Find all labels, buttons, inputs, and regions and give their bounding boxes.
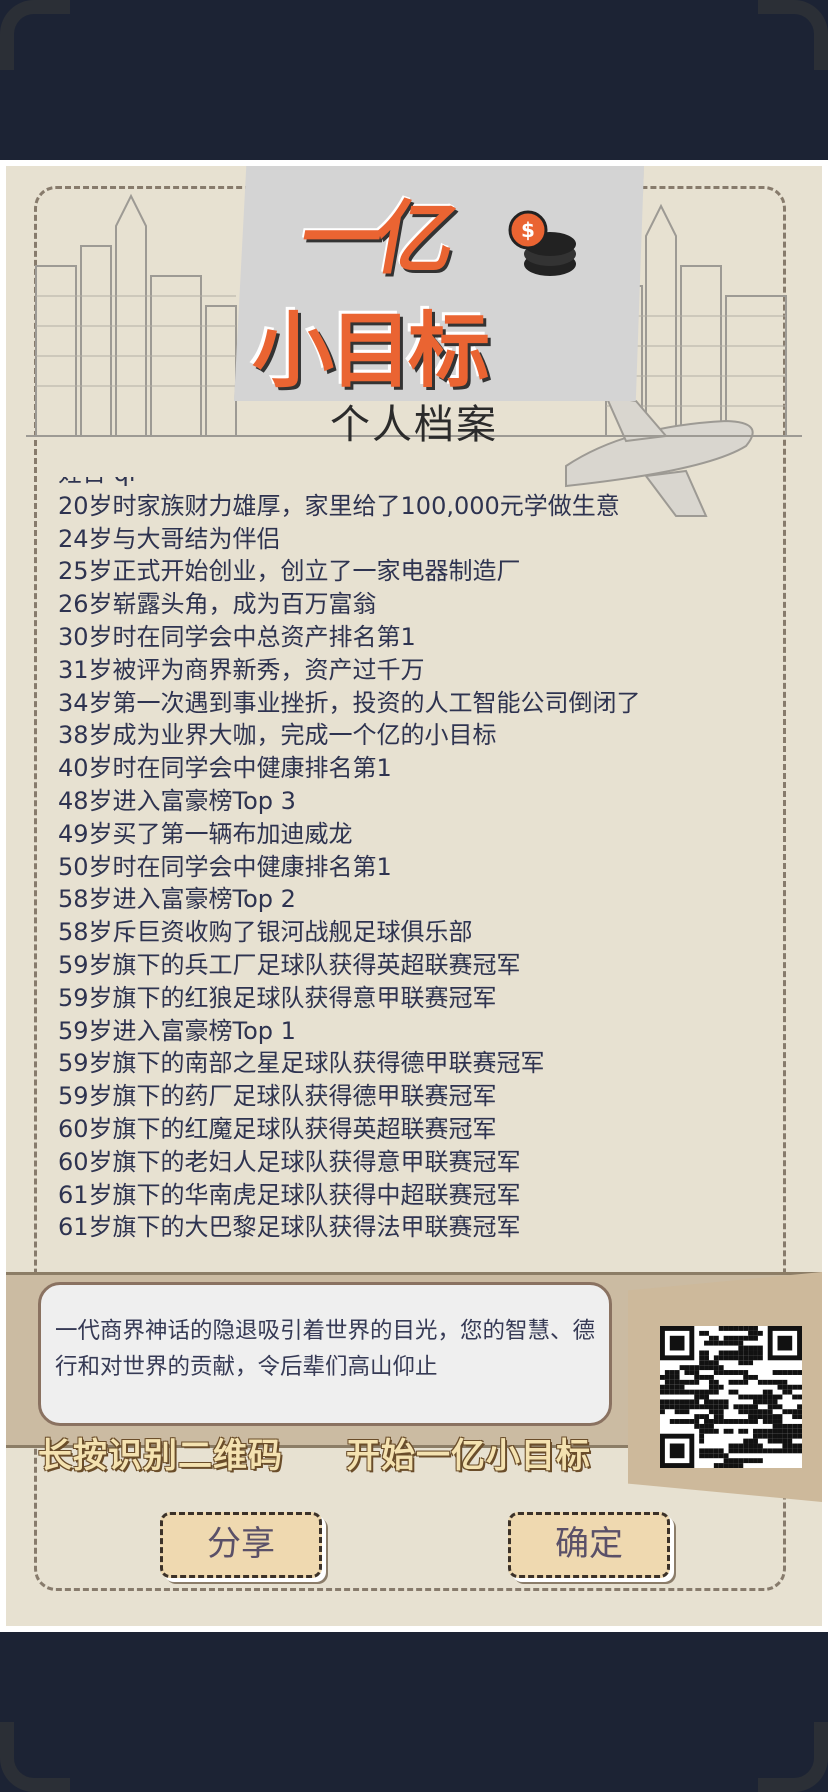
retirement-message: 一代商界神话的隐退吸引着世界的目光，您的智慧、德行和对世界的贡献，令后辈们高山仰… — [38, 1282, 612, 1426]
list-item: 34岁第一次遇到事业挫折，投资的人工智能公司倒闭了 — [58, 688, 641, 717]
list-item: 59岁旗下的红狼足球队获得意甲联赛冠军 — [58, 983, 497, 1012]
list-item: 58岁进入富豪榜Top 2 — [58, 885, 296, 914]
list-item: 61岁旗下的华南虎足球队获得中超联赛冠军 — [58, 1180, 521, 1209]
page-title: 个人档案 — [330, 402, 498, 448]
list-item: 48岁进入富豪榜Top 3 — [58, 786, 296, 815]
svg-text:$: $ — [521, 218, 535, 242]
profile-panel: 一亿 $ 小目标 个人档案 妊百 qi 20岁时家族财力雄厚，家里给了100,0… — [0, 160, 828, 1632]
confirm-button[interactable]: 确定 — [508, 1512, 670, 1578]
list-item: 26岁崭露头角，成为百万富翁 — [58, 590, 377, 619]
coin-stack-icon: $ — [508, 210, 576, 276]
list-item: 30岁时在同学会中总资产排名第1 — [58, 622, 416, 651]
frame-corner-top-left — [0, 0, 70, 70]
frame-corner-bottom-right — [758, 1722, 828, 1792]
list-item: 38岁成为业界大咖，完成一个亿的小目标 — [58, 721, 497, 750]
list-item-partial: 妊百 qi — [58, 477, 641, 490]
list-item: 59岁旗下的药厂足球队获得德甲联赛冠军 — [58, 1082, 497, 1111]
frame-corner-bottom-left — [0, 1722, 70, 1792]
list-item: 31岁被评为商界新秀，资产过千万 — [58, 655, 425, 684]
logo-text-line1: 一亿 — [293, 192, 458, 285]
life-events-list[interactable]: 妊百 qi 20岁时家族财力雄厚，家里给了100,000元学做生意 24岁与大哥结… — [58, 477, 778, 1259]
list-item: 49岁买了第一辆布加迪威龙 — [58, 819, 353, 848]
promo-text-start: 开始一亿小目标 — [346, 1436, 591, 1476]
list-item: 60岁旗下的红魔足球队获得英超联赛冠军 — [58, 1114, 497, 1143]
list-item: 60岁旗下的老妇人足球队获得意甲联赛冠军 — [58, 1147, 521, 1176]
list-item: 25岁正式开始创业，创立了一家电器制造厂 — [58, 557, 521, 586]
list-item: 59岁进入富豪榜Top 1 — [58, 1016, 296, 1045]
share-button[interactable]: 分享 — [160, 1512, 322, 1578]
list-item: 40岁时在同学会中健康排名第1 — [58, 754, 392, 783]
list-item: 20岁时家族财力雄厚，家里给了100,000元学做生意 — [58, 491, 620, 520]
list-item: 59岁旗下的南部之星足球队获得德甲联赛冠军 — [58, 1049, 545, 1078]
frame-corner-top-right — [758, 0, 828, 70]
qr-code[interactable] — [660, 1326, 802, 1468]
list-item: 50岁时在同学会中健康排名第1 — [58, 852, 392, 881]
list-item: 61岁旗下的大巴黎足球队获得法甲联赛冠军 — [58, 1213, 521, 1242]
list-item: 59岁旗下的兵工厂足球队获得英超联赛冠军 — [58, 950, 521, 979]
list-item: 58岁斥巨资收购了银河战舰足球俱乐部 — [58, 918, 473, 947]
list-item: 24岁与大哥结为伴侣 — [58, 524, 281, 553]
logo-text-line2: 小目标 — [252, 304, 490, 399]
paper-background: 一亿 $ 小目标 个人档案 妊百 qi 20岁时家族财力雄厚，家里给了100,0… — [6, 166, 822, 1626]
promo-text-scan: 长按识别二维码 — [38, 1436, 283, 1476]
